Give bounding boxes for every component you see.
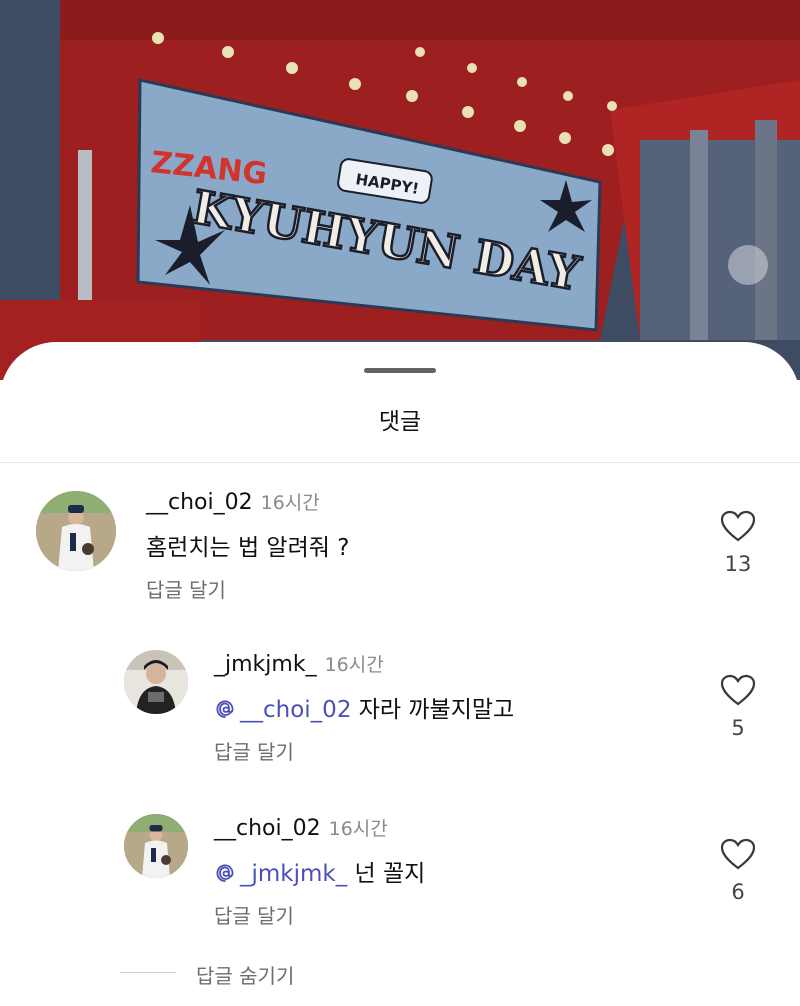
mention-link[interactable]: __choi_02: [214, 697, 351, 723]
comments-sheet: 댓글 __choi_02 16시간 홈런치는 법 알려줘 ? 답글 달기 13: [0, 342, 800, 1006]
mention-username[interactable]: __choi_02: [240, 697, 351, 723]
like-count: 5: [731, 716, 745, 740]
threads-icon: [216, 700, 234, 718]
timestamp: 16시간: [260, 492, 320, 514]
avatar[interactable]: [124, 650, 188, 714]
heart-icon[interactable]: [720, 838, 756, 870]
reply-button[interactable]: 답글 달기: [146, 574, 226, 603]
timestamp: 16시간: [324, 654, 384, 676]
username[interactable]: __choi_02: [146, 490, 253, 515]
mention-username[interactable]: _jmkjmk_: [240, 861, 347, 887]
thread-line-divider: [120, 972, 176, 973]
like-count: 6: [731, 880, 745, 904]
baseball-player-avatar-icon: [124, 814, 188, 878]
comment-meta: __choi_02 16시간: [146, 488, 320, 515]
like-control[interactable]: 13: [718, 510, 758, 576]
reply-button[interactable]: 답글 달기: [214, 736, 294, 765]
avatar[interactable]: [36, 491, 116, 571]
sheet-grabber-handle[interactable]: [364, 368, 436, 373]
username[interactable]: _jmkjmk_: [214, 652, 317, 677]
person-avatar-icon: [124, 650, 188, 714]
threads-icon: [216, 864, 234, 882]
comment-text-content: 자라 까불지말고: [358, 697, 515, 723]
comment-text: 홈런치는 법 알려줘 ?: [146, 535, 350, 561]
comment-meta: _jmkjmk_ 16시간: [214, 650, 384, 677]
username[interactable]: __choi_02: [214, 816, 321, 841]
like-control[interactable]: 5: [718, 674, 758, 740]
comment-text: _jmkjmk_ 넌 꼴지: [214, 854, 425, 888]
timestamp: 16시간: [328, 818, 388, 840]
heart-icon[interactable]: [720, 510, 756, 542]
sheet-title: 댓글: [378, 409, 422, 435]
mention-link[interactable]: _jmkjmk_: [214, 861, 347, 887]
hide-replies-button[interactable]: 답글 숨기기: [196, 960, 294, 989]
avatar[interactable]: [124, 814, 188, 878]
stadium-photo: ZZANG HAPPY! KYUHYUN DAY: [0, 0, 800, 380]
comment-text-content: 넌 꼴지: [354, 861, 426, 887]
baseball-player-avatar-icon: [36, 491, 116, 571]
comment-meta: __choi_02 16시간: [214, 814, 388, 841]
reply-button[interactable]: 답글 달기: [214, 900, 294, 929]
sheet-divider: [0, 462, 800, 463]
like-control[interactable]: 6: [718, 838, 758, 904]
comment-text: __choi_02 자라 까불지말고: [214, 690, 514, 724]
heart-icon[interactable]: [720, 674, 756, 706]
background-photo: ZZANG HAPPY! KYUHYUN DAY: [0, 0, 800, 380]
like-count: 13: [724, 552, 752, 576]
